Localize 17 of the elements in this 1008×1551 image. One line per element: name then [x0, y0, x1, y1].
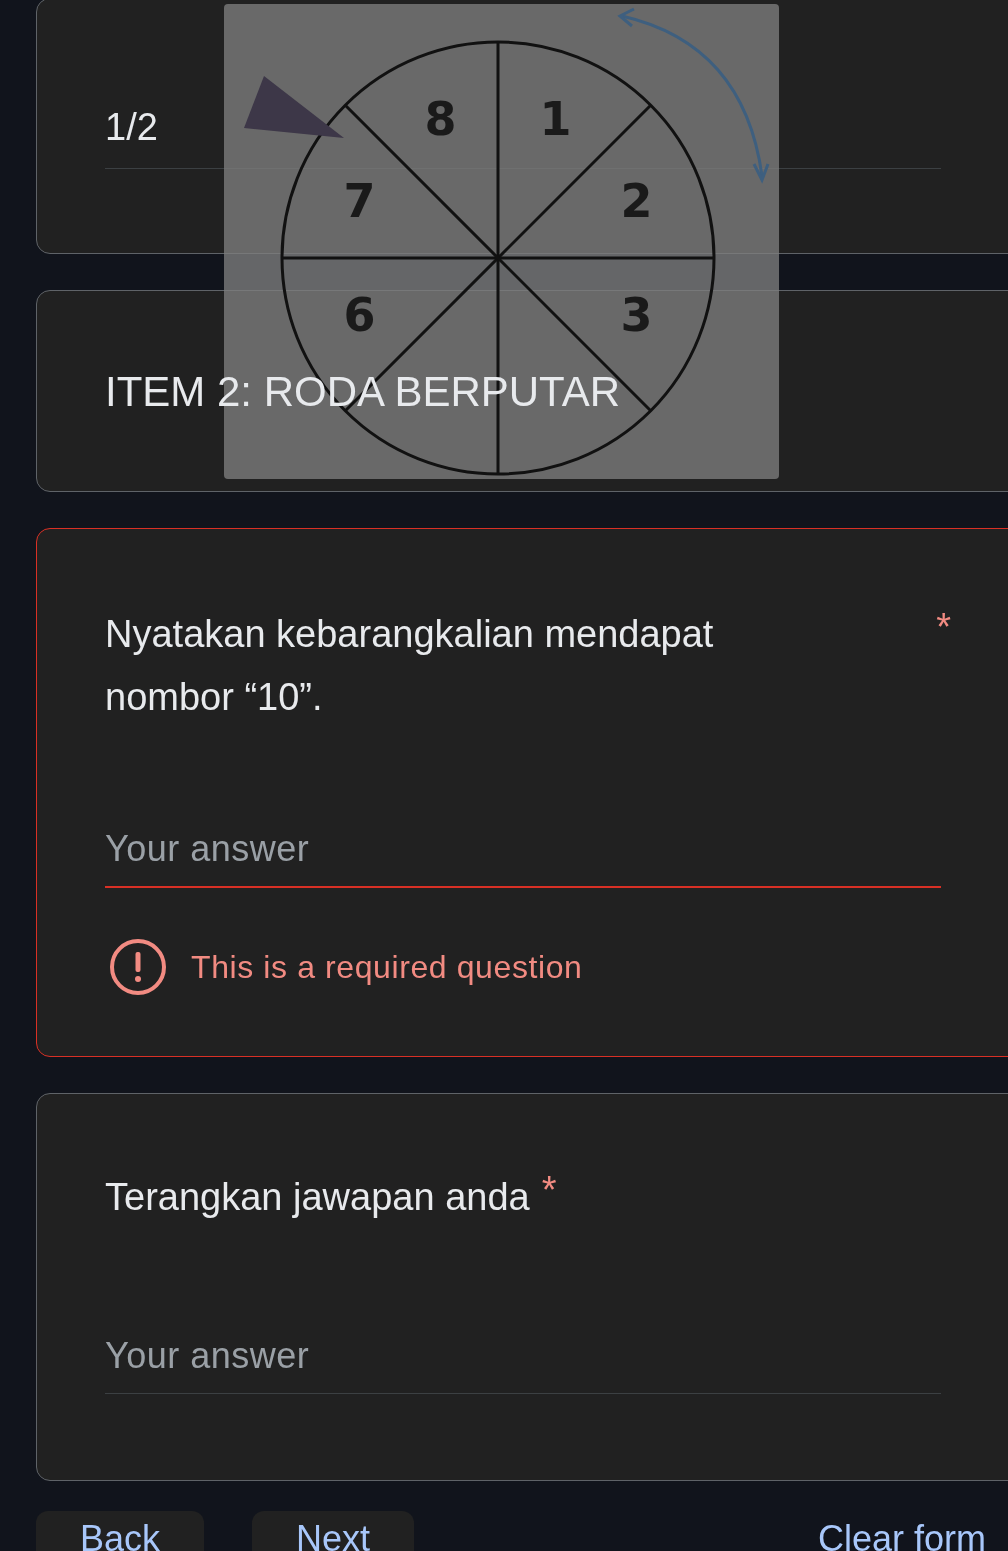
rotation-arrow-icon [617, 7, 770, 184]
segment-number: 7 [343, 173, 376, 228]
answer-field[interactable]: Your answer [105, 822, 941, 889]
clear-form-button[interactable]: Clear form [817, 1512, 986, 1551]
segment-number: 2 [620, 173, 653, 228]
answer-field[interactable]: Your answer [105, 1329, 941, 1395]
required-mark: * [541, 1168, 557, 1214]
segment-number: 6 [343, 288, 376, 343]
question-title: Terangkan jawapan anda [105, 1175, 530, 1221]
error-message: This is a required question [191, 948, 583, 988]
segment-number: 3 [620, 288, 653, 343]
error-icon [109, 938, 167, 997]
pointer-icon [244, 76, 344, 138]
nav-button[interactable]: Next [252, 1511, 415, 1551]
question-title: Nyatakan kebarangkalian mendapat nombor “10”. [105, 612, 715, 720]
nav-button[interactable]: Back [36, 1511, 205, 1551]
required-mark: * [936, 605, 951, 650]
